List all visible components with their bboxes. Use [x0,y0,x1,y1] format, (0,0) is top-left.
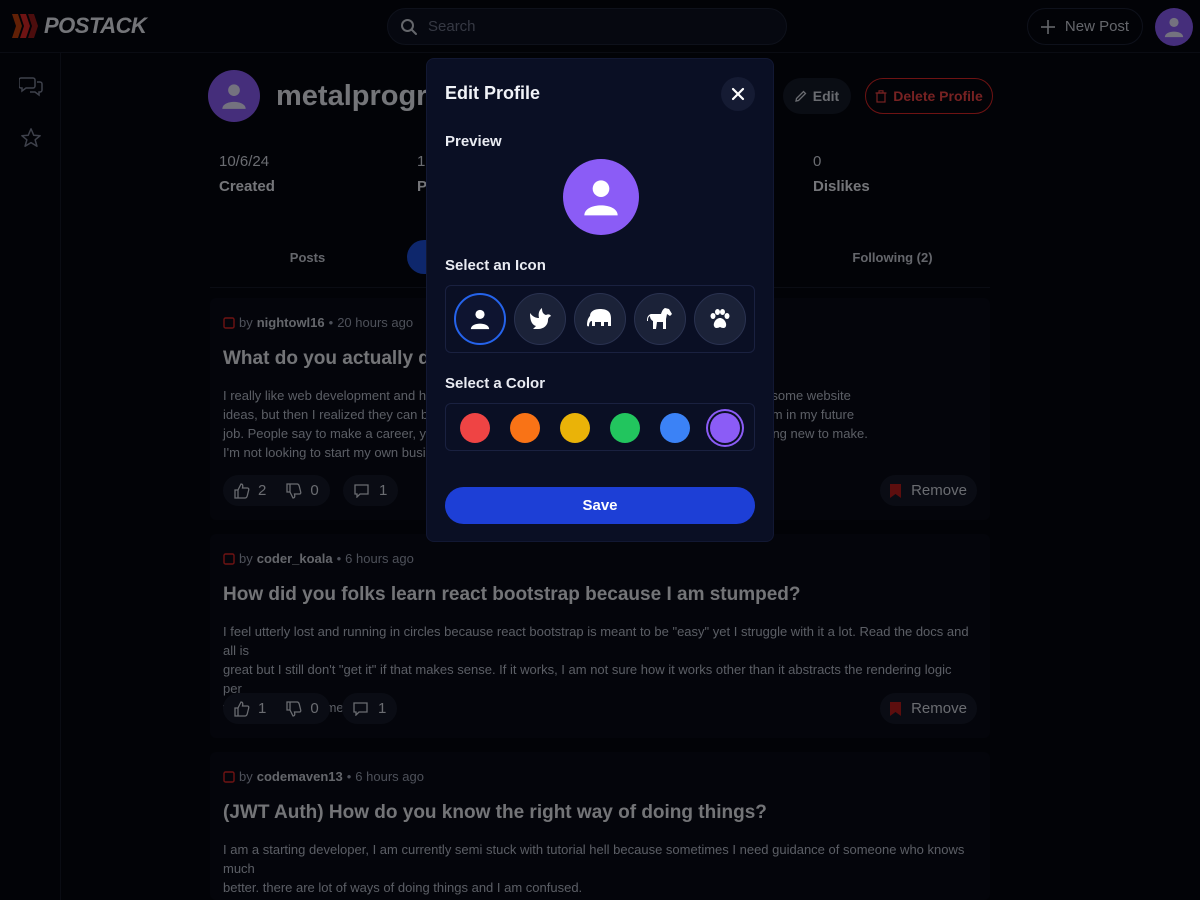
person-icon [584,180,618,216]
elephant-icon [587,309,611,327]
dove-icon [530,308,551,329]
color-swatch[interactable] [610,413,640,443]
edit-profile-modal: Edit Profile Preview Select an Icon Sele… [426,58,774,542]
color-swatch[interactable] [710,413,740,443]
close-button[interactable] [721,77,755,111]
color-swatch[interactable] [560,413,590,443]
preview-avatar [563,159,639,235]
icon-picker [445,285,755,353]
icon-option-dove[interactable] [514,293,566,345]
select-color-label: Select a Color [445,375,546,392]
close-icon [731,87,745,101]
select-icon-label: Select an Icon [445,257,546,274]
person-icon [470,309,490,330]
color-swatch[interactable] [460,413,490,443]
modal-title: Edit Profile [445,83,541,103]
preview-label: Preview [445,133,502,150]
color-swatch[interactable] [660,413,690,443]
icon-option-person[interactable] [454,293,506,345]
icon-option-horse[interactable] [634,293,686,345]
color-swatch[interactable] [510,413,540,443]
color-picker [445,403,755,451]
paw-icon [710,309,730,328]
icon-option-elephant[interactable] [574,293,626,345]
icon-option-paw[interactable] [694,293,746,345]
save-button[interactable]: Save [445,487,755,524]
horse-icon [647,308,672,329]
